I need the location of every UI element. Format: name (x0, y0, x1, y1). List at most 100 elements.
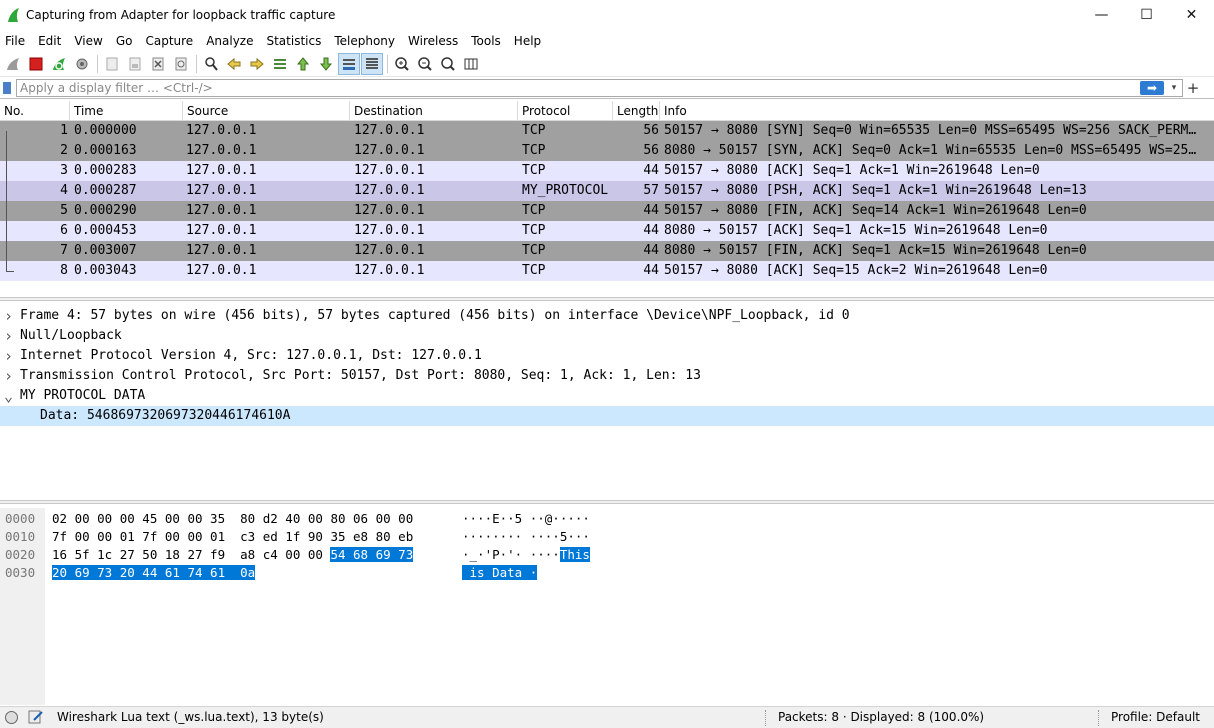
byte-offset: 0000 (5, 511, 36, 526)
filter-history-dropdown[interactable]: ▾ (1168, 81, 1180, 95)
ascii-bytes[interactable]: ····E··5 ··@····· (462, 510, 590, 528)
packet-row[interactable]: 8 0.003043 127.0.0.1 127.0.0.1 TCP 44 50157 → … (0, 261, 1214, 281)
hex-bytes[interactable]: 20 69 73 20 44 61 74 61 0a (52, 564, 256, 582)
menu-edit[interactable]: Edit (33, 34, 66, 48)
packet-row[interactable]: 7 0.003007 127.0.0.1 127.0.0.1 TCP 44 8080 → 5… (0, 241, 1214, 261)
open-file-icon[interactable] (101, 53, 123, 75)
detail-tree-item[interactable]: › Internet Protocol Version 4, Src: 127.0… (0, 346, 1214, 366)
maximize-button[interactable]: ☐ (1124, 0, 1169, 30)
cell-length: 44 (643, 163, 659, 178)
go-forward-icon[interactable] (246, 53, 268, 75)
detail-tree-item[interactable]: › Null/Loopback (0, 326, 1214, 346)
detail-tree-label: Null/Loopback (20, 328, 122, 343)
cell-destination: 127.0.0.1 (354, 263, 425, 278)
pane-splitter[interactable] (0, 297, 1214, 301)
hex-bytes[interactable]: 02 00 00 00 45 00 00 35 80 d2 40 00 80 0… (52, 510, 413, 528)
resize-columns-icon[interactable] (460, 53, 482, 75)
status-profile[interactable]: Profile: Default (1111, 710, 1200, 724)
status-divider (765, 710, 767, 726)
close-button[interactable]: ✕ (1169, 0, 1214, 30)
shark-fin-start-icon[interactable] (2, 53, 24, 75)
capture-options-icon[interactable] (71, 53, 93, 75)
byte-offset: 0030 (5, 565, 36, 580)
menu-wireless[interactable]: Wireless (403, 34, 463, 48)
menu-telephony[interactable]: Telephony (329, 34, 400, 48)
column-header-protocol[interactable]: Protocol (518, 101, 613, 121)
colorize-icon[interactable] (361, 53, 383, 75)
column-header-time[interactable]: Time (70, 101, 183, 121)
close-file-icon[interactable] (147, 53, 169, 75)
display-filter-input[interactable]: Apply a display filter … <Ctrl-/> (16, 79, 1183, 97)
cell-destination: 127.0.0.1 (354, 223, 425, 238)
expand-arrow-icon[interactable]: › (4, 326, 13, 346)
expert-info-icon[interactable] (5, 711, 18, 724)
restart-capture-icon[interactable] (48, 53, 70, 75)
expand-arrow-icon[interactable]: › (4, 366, 13, 386)
detail-tree-item[interactable]: Data: 5468697320697320446174610A (0, 406, 1214, 426)
column-header-source[interactable]: Source (183, 101, 350, 121)
menu-file[interactable]: File (0, 34, 30, 48)
go-back-icon[interactable] (223, 53, 245, 75)
ascii-bytes[interactable]: ·_·'P·'· ····This (462, 546, 590, 564)
cell-length: 57 (643, 183, 659, 198)
hex-bytes-plain: 02 00 00 00 45 00 00 35 80 d2 40 00 80 0… (52, 511, 414, 526)
cell-length: 44 (643, 223, 659, 238)
hex-bytes[interactable]: 7f 00 00 01 7f 00 00 01 c3 ed 1f 90 35 e… (52, 528, 413, 546)
menu-analyze[interactable]: Analyze (201, 34, 258, 48)
bookmark-icon[interactable] (3, 82, 11, 94)
last-packet-icon[interactable] (315, 53, 337, 75)
packet-bytes: 0000 02 00 00 00 45 00 00 35 80 d2 40 00 … (0, 508, 1214, 705)
normal-size-icon[interactable] (437, 53, 459, 75)
expand-arrow-icon[interactable]: › (4, 346, 13, 366)
expand-arrow-icon[interactable]: › (4, 306, 13, 326)
detail-tree-item[interactable]: ⌄ MY PROTOCOL DATA (0, 386, 1214, 406)
packet-row[interactable]: 6 0.000453 127.0.0.1 127.0.0.1 TCP 44 8080 → 5… (0, 221, 1214, 241)
ascii-bytes-plain: ········ ····5··· (462, 529, 590, 544)
zoom-in-icon[interactable] (391, 53, 413, 75)
pane-splitter[interactable] (0, 500, 1214, 504)
status-bar: Wireshark Lua text (_ws.lua.text), 13 by… (0, 706, 1214, 728)
menu-statistics[interactable]: Statistics (261, 34, 326, 48)
zoom-out-icon[interactable] (414, 53, 436, 75)
packet-row[interactable]: 2 0.000163 127.0.0.1 127.0.0.1 TCP 56 8080 → 5… (0, 141, 1214, 161)
ascii-bytes[interactable]: is Data · (462, 564, 538, 582)
column-header-length[interactable]: Length (613, 101, 660, 121)
cell-info: 8080 → 50157 [SYN, ACK] Seq=0 Ack=1 Win=… (664, 143, 1197, 158)
packet-row[interactable]: 5 0.000290 127.0.0.1 127.0.0.1 TCP 44 50157 → … (0, 201, 1214, 221)
auto-scroll-icon[interactable] (338, 53, 360, 75)
column-header-info[interactable]: Info (660, 101, 1214, 121)
hex-bytes[interactable]: 16 5f 1c 27 50 18 27 f9 a8 c4 00 00 54 6… (52, 546, 414, 564)
cell-no: 6 (60, 223, 68, 238)
menu-tools[interactable]: Tools (466, 34, 506, 48)
title-bar: Capturing from Adapter for loopback traf… (0, 0, 1214, 30)
save-file-icon[interactable] (124, 53, 146, 75)
cell-protocol: TCP (522, 223, 546, 238)
reload-file-icon[interactable] (170, 53, 192, 75)
menu-capture[interactable]: Capture (140, 34, 198, 48)
capture-comment-icon[interactable] (28, 710, 44, 724)
ascii-bytes[interactable]: ········ ····5··· (462, 528, 590, 546)
cell-protocol: TCP (522, 163, 546, 178)
menu-go[interactable]: Go (111, 34, 138, 48)
minimize-button[interactable]: — (1079, 0, 1124, 30)
menu-help[interactable]: Help (509, 34, 546, 48)
packet-row[interactable]: 1 0.000000 127.0.0.1 127.0.0.1 TCP 56 50157 → … (0, 121, 1214, 141)
packet-row[interactable]: 3 0.000283 127.0.0.1 127.0.0.1 TCP 44 50157 → … (0, 161, 1214, 181)
collapse-arrow-icon[interactable]: ⌄ (4, 386, 13, 406)
detail-tree-item[interactable]: › Frame 4: 57 bytes on wire (456 bits), 5… (0, 306, 1214, 326)
byte-offset: 0020 (5, 547, 36, 562)
first-packet-icon[interactable] (292, 53, 314, 75)
packet-row[interactable]: 4 0.000287 127.0.0.1 127.0.0.1 MY_PROTOCOL 57… (0, 181, 1214, 201)
apply-filter-button[interactable]: ➡ (1140, 81, 1164, 95)
go-to-packet-icon[interactable] (269, 53, 291, 75)
stop-capture-icon[interactable] (25, 53, 47, 75)
add-filter-button[interactable]: + (1186, 78, 1200, 98)
hex-bytes-highlighted: 20 69 73 20 44 61 74 61 0a (52, 565, 256, 580)
detail-tree-item[interactable]: › Transmission Control Protocol, Src Port… (0, 366, 1214, 386)
detail-tree-label: Transmission Control Protocol, Src Port:… (20, 368, 701, 383)
column-header-destination[interactable]: Destination (350, 101, 518, 121)
cell-protocol: TCP (522, 243, 546, 258)
find-packet-icon[interactable] (200, 53, 222, 75)
column-header-no[interactable]: No. (0, 101, 70, 121)
menu-view[interactable]: View (69, 34, 107, 48)
